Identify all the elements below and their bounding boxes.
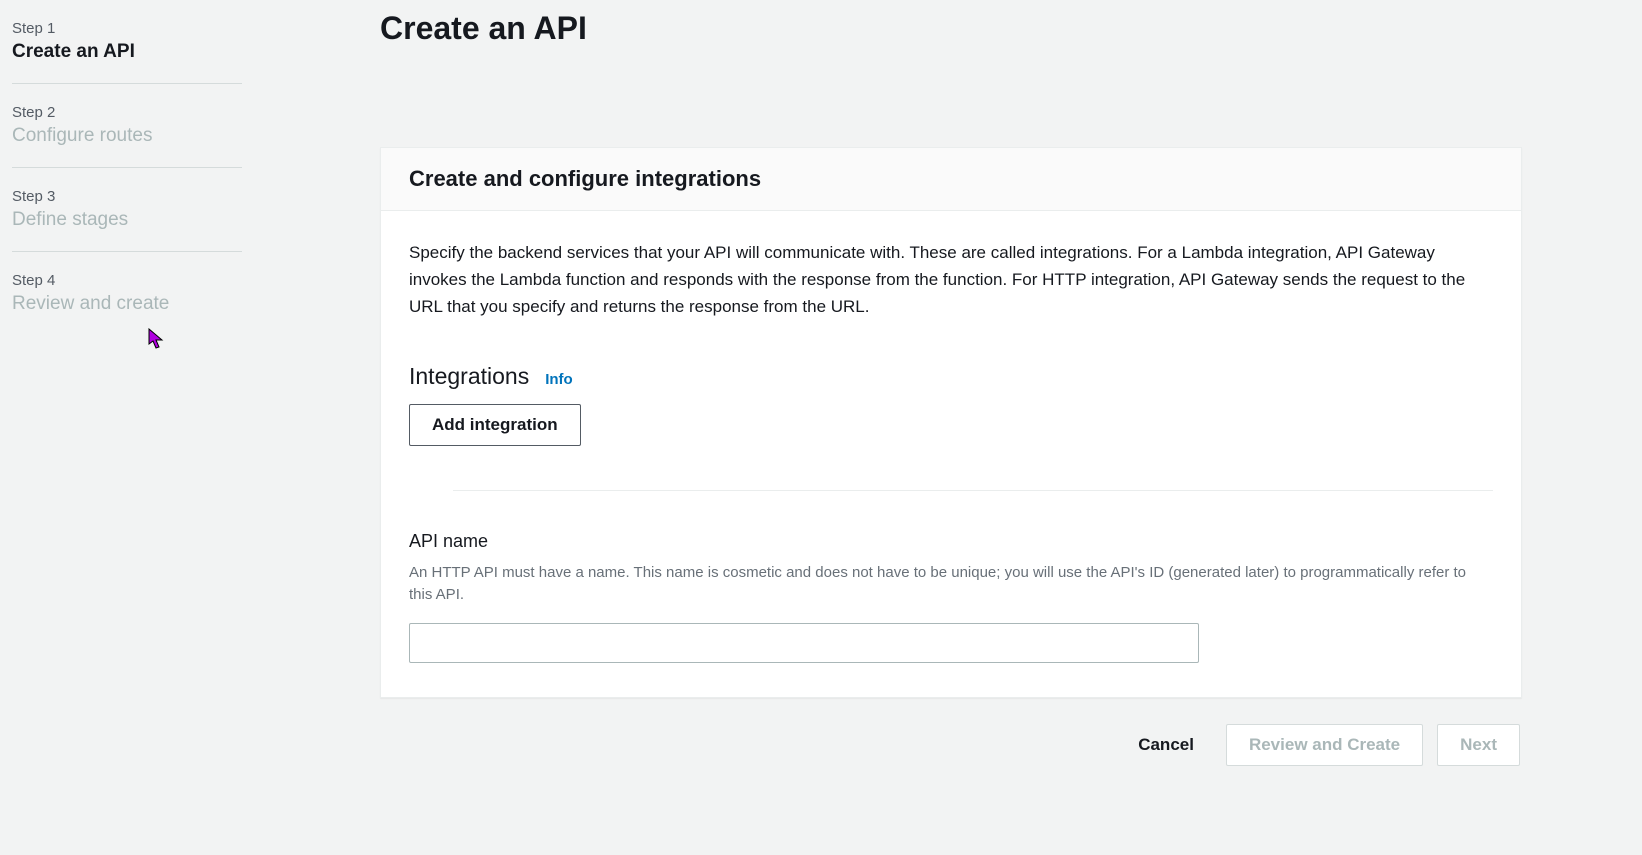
- step-title: Create an API: [12, 41, 242, 63]
- panel-header: Create and configure integrations: [381, 148, 1521, 211]
- step-title: Define stages: [12, 209, 242, 231]
- step-3-define-stages[interactable]: Step 3 Define stages: [12, 188, 242, 252]
- divider: [453, 490, 1493, 491]
- api-name-input[interactable]: [409, 623, 1199, 663]
- wizard-steps-sidebar: Step 1 Create an API Step 2 Configure ro…: [0, 0, 270, 855]
- api-name-help: An HTTP API must have a name. This name …: [409, 562, 1493, 607]
- step-number: Step 1: [12, 20, 242, 37]
- step-number: Step 3: [12, 188, 242, 205]
- step-number: Step 4: [12, 272, 242, 289]
- cancel-button[interactable]: Cancel: [1120, 725, 1212, 765]
- step-title: Review and create: [12, 293, 242, 315]
- info-link[interactable]: Info: [545, 371, 573, 388]
- step-1-create-api[interactable]: Step 1 Create an API: [12, 20, 242, 84]
- integrations-panel: Create and configure integrations Specif…: [380, 147, 1522, 698]
- step-4-review-create[interactable]: Step 4 Review and create: [12, 272, 242, 335]
- add-integration-button[interactable]: Add integration: [409, 404, 581, 446]
- next-button: Next: [1437, 724, 1520, 766]
- footer-actions: Cancel Review and Create Next: [380, 724, 1522, 766]
- review-and-create-button: Review and Create: [1226, 724, 1423, 766]
- step-number: Step 2: [12, 104, 242, 121]
- step-2-configure-routes[interactable]: Step 2 Configure routes: [12, 104, 242, 168]
- main-content: Create an API Create and configure integ…: [270, 0, 1642, 855]
- step-title: Configure routes: [12, 125, 242, 147]
- panel-heading: Create and configure integrations: [409, 166, 1493, 192]
- page-title: Create an API: [380, 10, 1522, 47]
- panel-description: Specify the backend services that your A…: [409, 239, 1493, 321]
- api-name-label: API name: [409, 531, 1493, 552]
- integrations-heading: Integrations: [409, 363, 529, 390]
